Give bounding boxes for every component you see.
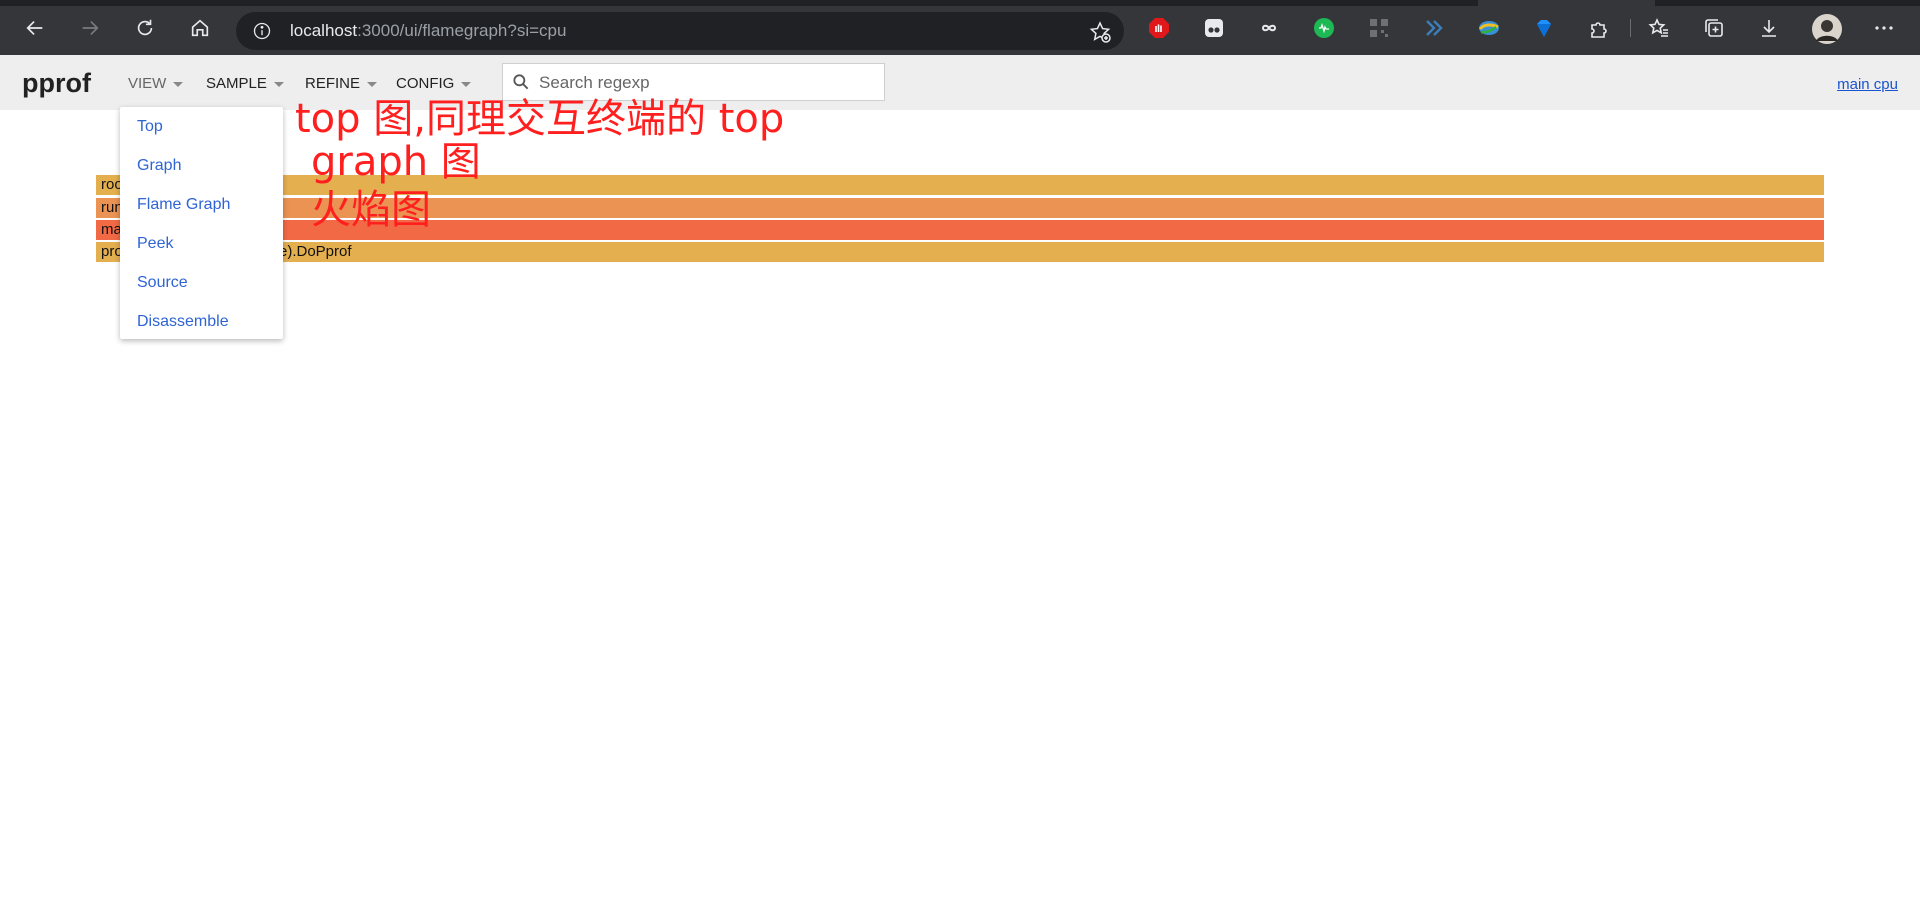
favorites-icon[interactable] bbox=[1648, 17, 1670, 39]
pprof-header: pprof VIEW SAMPLE REFINE CONFIG main cpu bbox=[0, 55, 1920, 110]
refine-menu-label: REFINE bbox=[305, 75, 361, 92]
flame-frame-label: ma bbox=[101, 221, 122, 238]
flame-frame[interactable]: pro e).DoPprof bbox=[96, 242, 1824, 262]
earth-icon[interactable] bbox=[1478, 17, 1500, 39]
gem-icon[interactable] bbox=[1533, 17, 1555, 39]
menu-item-peek[interactable]: Peek bbox=[137, 234, 173, 254]
search-input[interactable] bbox=[537, 68, 881, 98]
avatar[interactable] bbox=[1812, 14, 1842, 44]
menu-item-flame-graph[interactable]: Flame Graph bbox=[137, 195, 230, 215]
refresh-icon[interactable] bbox=[129, 12, 161, 44]
chevron-down-icon bbox=[173, 82, 184, 87]
annotation-graph: graph 图 bbox=[311, 139, 481, 185]
back-icon[interactable] bbox=[19, 12, 51, 44]
config-menu-label: CONFIG bbox=[396, 75, 455, 92]
toolbar-separator bbox=[1630, 19, 1631, 37]
double-chevron-icon[interactable] bbox=[1423, 17, 1445, 39]
address-bar[interactable]: localhost:3000/ui/flamegraph?si=cpu bbox=[236, 12, 1124, 50]
sample-menu-button[interactable]: SAMPLE bbox=[206, 75, 284, 93]
menu-item-disassemble[interactable]: Disassemble bbox=[137, 312, 229, 332]
profile-link[interactable]: main cpu bbox=[1837, 76, 1898, 94]
sample-menu-label: SAMPLE bbox=[206, 75, 267, 92]
puzzle-icon[interactable] bbox=[1588, 17, 1610, 39]
flame-frame-label-suffix: e).DoPprof bbox=[279, 243, 352, 260]
home-icon[interactable] bbox=[184, 12, 216, 44]
spotify-icon[interactable] bbox=[1313, 17, 1335, 39]
view-dropdown-menu: Top Graph Flame Graph Peek Source Disass… bbox=[120, 107, 283, 339]
search-icon bbox=[513, 74, 529, 90]
tab-strip-right bbox=[1655, 0, 1920, 6]
more-icon[interactable] bbox=[1873, 17, 1895, 39]
view-menu-label: VIEW bbox=[128, 75, 167, 92]
browser-toolbar: localhost:3000/ui/flamegraph?si=cpu bbox=[0, 0, 1920, 55]
adblock-icon[interactable] bbox=[1148, 17, 1170, 39]
annotation-top: top 图,同理交互终端的 top bbox=[295, 96, 785, 142]
menu-item-graph[interactable]: Graph bbox=[137, 156, 181, 176]
url-text[interactable]: localhost:3000/ui/flamegraph?si=cpu bbox=[290, 21, 566, 41]
qr-code-icon[interactable] bbox=[1368, 17, 1390, 39]
chevron-down-icon bbox=[367, 82, 378, 87]
annotation-flame: 火焰图 bbox=[311, 187, 431, 233]
chevron-down-icon bbox=[461, 82, 472, 87]
url-host: localhost bbox=[290, 21, 358, 40]
chevron-down-icon bbox=[273, 82, 284, 87]
config-menu-button[interactable]: CONFIG bbox=[396, 75, 472, 93]
url-path: :3000/ui/flamegraph?si=cpu bbox=[357, 21, 567, 40]
download-icon[interactable] bbox=[1758, 17, 1780, 39]
add-favorite-icon[interactable] bbox=[1088, 20, 1112, 44]
menu-item-top[interactable]: Top bbox=[137, 117, 163, 137]
collections-icon[interactable] bbox=[1703, 17, 1725, 39]
ghostery-icon[interactable] bbox=[1203, 17, 1225, 39]
tab-strip bbox=[0, 0, 1478, 6]
view-menu-button[interactable]: VIEW bbox=[128, 75, 184, 93]
site-info-icon[interactable] bbox=[252, 21, 272, 41]
page-title: pprof bbox=[22, 68, 91, 98]
forward-icon[interactable] bbox=[74, 12, 106, 44]
refine-menu-button[interactable]: REFINE bbox=[305, 75, 378, 93]
infinity-icon[interactable] bbox=[1258, 17, 1280, 39]
menu-item-source[interactable]: Source bbox=[137, 273, 188, 293]
